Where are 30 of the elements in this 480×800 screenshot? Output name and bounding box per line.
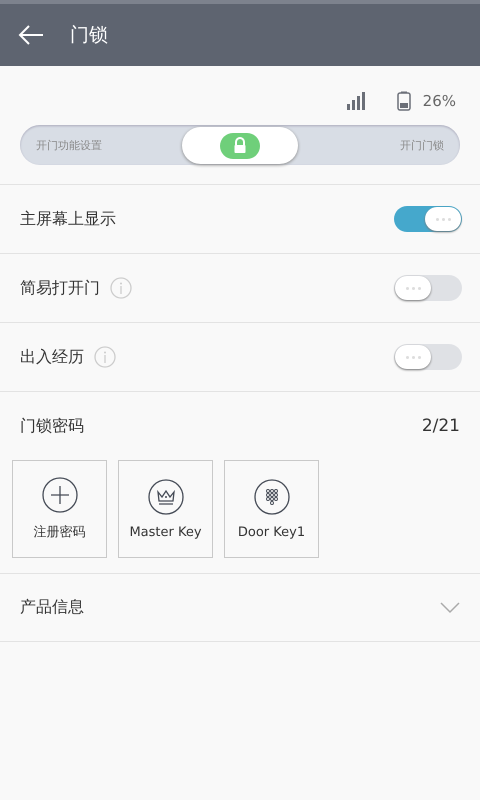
setting-label: 主屏幕上显示: [20, 208, 116, 230]
battery-level: 26%: [422, 92, 456, 110]
key-label: Master Key: [129, 524, 202, 540]
key-count: 2/21: [422, 416, 460, 436]
key-label: 注册密码: [34, 524, 86, 541]
key-tile[interactable]: 注册密码: [12, 460, 107, 558]
back-icon[interactable]: [18, 25, 44, 45]
signal-icon: [346, 92, 367, 110]
page-title: 门锁: [70, 23, 108, 48]
info-icon[interactable]: [94, 346, 116, 368]
setting-label: 简易打开门: [20, 278, 100, 298]
setting-label: 出入经历: [20, 346, 84, 368]
row-label: 产品信息: [20, 597, 84, 618]
key-tile[interactable]: Master Key: [118, 460, 213, 558]
slider-label: 开门门锁: [400, 138, 444, 152]
info-icon[interactable]: [110, 277, 132, 299]
lock-icon: [220, 132, 260, 158]
crown-icon: [148, 478, 184, 514]
toggle-switch[interactable]: [394, 206, 462, 232]
key-tile[interactable]: Door Key1: [224, 460, 319, 558]
toggle-switch[interactable]: [394, 275, 462, 301]
plus-icon: [42, 477, 78, 513]
keypad-icon: [254, 478, 290, 514]
product-info-row[interactable]: 产品信息: [0, 573, 480, 642]
slider-handle[interactable]: [182, 127, 298, 164]
slider-label: 开门功能设置: [36, 138, 102, 152]
toggle-switch[interactable]: [394, 344, 462, 370]
key-label: Door Key1: [238, 524, 306, 540]
section-title: 门锁密码: [20, 416, 84, 436]
battery-icon: [396, 91, 411, 111]
